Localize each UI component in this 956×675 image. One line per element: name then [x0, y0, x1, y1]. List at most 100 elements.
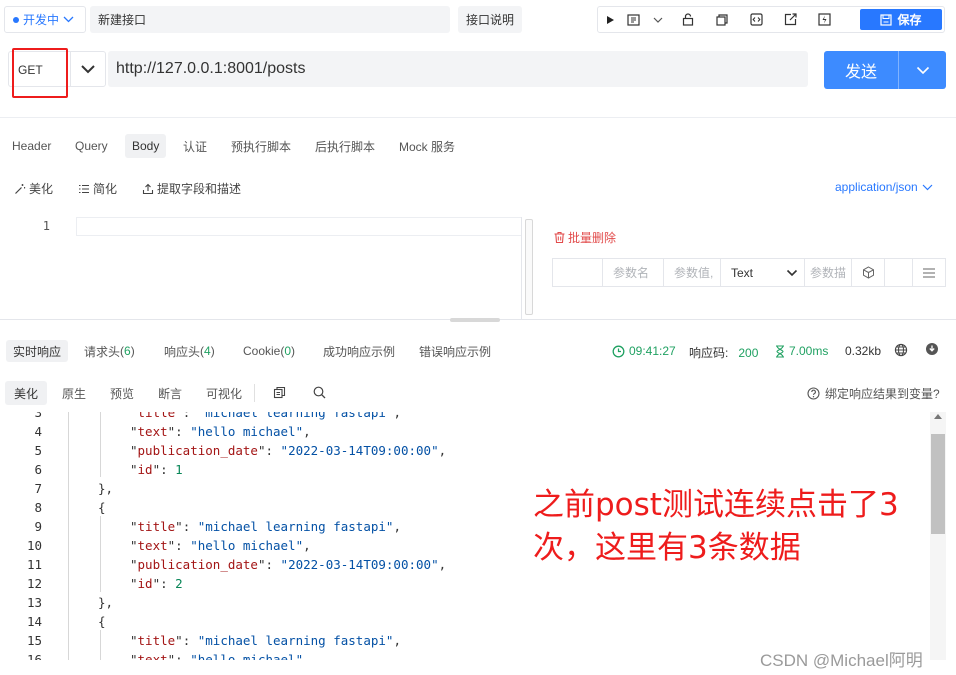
code-line-text: "publication_date": "2022-03-14T09:00:00…	[130, 443, 447, 458]
json-value: 2022-03-14T09:00:00	[288, 443, 432, 458]
json-key: id	[137, 576, 153, 591]
json-punctuation: },	[98, 481, 114, 496]
json-punctuation: {	[98, 614, 106, 629]
code-line-number: 7	[34, 481, 42, 496]
api-name-input[interactable]	[90, 6, 450, 33]
param-type-select[interactable]: Text	[721, 259, 805, 286]
batch-delete-button[interactable]: 批量删除	[553, 229, 616, 246]
trash-icon	[554, 231, 565, 244]
tab-success-example[interactable]: 成功响应示例	[323, 340, 395, 362]
tab-pre-script[interactable]: 预执行脚本	[231, 134, 291, 158]
resize-handle[interactable]	[450, 318, 500, 322]
method-highlight-box	[12, 48, 68, 98]
json-value: 2	[175, 576, 183, 591]
tab-response-headers[interactable]: 响应头(4)	[164, 340, 215, 362]
flash-icon[interactable]	[812, 7, 836, 32]
upload-icon	[142, 183, 154, 194]
simplify-button[interactable]: 简化	[78, 180, 117, 197]
response-scroll-thumb[interactable]	[931, 434, 945, 534]
menu-icon[interactable]	[913, 259, 945, 286]
count-badge: 0	[284, 344, 292, 358]
code-line: 7},	[0, 479, 113, 498]
status-dropdown[interactable]: 开发中	[4, 6, 86, 33]
param-name-input[interactable]: 参数名	[603, 259, 664, 286]
send-button[interactable]: 发送	[824, 51, 946, 89]
url-input[interactable]	[108, 51, 808, 87]
tab-query[interactable]: Query	[75, 134, 108, 158]
body-editor[interactable]	[76, 217, 522, 236]
json-key: title	[137, 519, 176, 534]
tab-body[interactable]: Body	[125, 134, 167, 158]
tab-preview[interactable]: 预览	[110, 381, 134, 405]
response-duration-value: 7.00ms	[789, 344, 829, 358]
json-punctuation: {	[98, 500, 106, 515]
tab-visualize[interactable]: 可视化	[206, 381, 242, 405]
download-icon[interactable]	[925, 342, 939, 359]
editor-line-number: 1	[42, 219, 50, 233]
code-line-text: "id": 1	[130, 462, 183, 477]
code-line-text: "title": "michael learning fastapi",	[130, 633, 401, 648]
tab-assertion[interactable]: 断言	[158, 381, 182, 405]
tab-auth[interactable]: 认证	[183, 134, 207, 158]
batch-delete-label: 批量删除	[568, 231, 617, 245]
param-empty-cell	[885, 259, 913, 286]
tab-raw[interactable]: 原生	[62, 381, 86, 405]
code-line: 9 "title": "michael learning fastapi",	[0, 517, 401, 536]
search-icon[interactable]	[313, 386, 326, 402]
json-key: text	[137, 424, 168, 439]
code-line-number: 11	[26, 557, 42, 572]
copy-icon[interactable]	[710, 7, 734, 32]
tab-error-example[interactable]: 错误响应示例	[419, 340, 491, 362]
clock-icon	[612, 345, 625, 357]
param-mock-icon[interactable]	[852, 259, 885, 286]
scroll-up-icon[interactable]	[934, 414, 942, 419]
extract-fields-button[interactable]: 提取字段和描述	[142, 180, 241, 197]
lock-icon[interactable]	[676, 7, 700, 32]
response-time: 09:41:27	[612, 344, 676, 358]
bind-variable-link[interactable]: 绑定响应结果到变量?	[807, 385, 940, 402]
code-line-number: 16	[26, 652, 42, 660]
param-desc-input[interactable]: 参数描	[805, 259, 852, 286]
tab-beautify[interactable]: 美化	[5, 381, 47, 405]
json-value: michael learning fastapi	[205, 412, 386, 420]
code-line-number: 3	[34, 412, 42, 420]
copy-icon[interactable]	[273, 386, 286, 402]
code-line: 14 {	[0, 612, 106, 631]
save-button[interactable]: 保存	[860, 9, 942, 30]
json-value: hello michael	[197, 424, 296, 439]
run-icon[interactable]	[598, 7, 622, 32]
share-icon[interactable]	[778, 7, 802, 32]
code-line: 5 "publication_date": "2022-03-14T09:00:0…	[0, 441, 446, 460]
response-code-label: 响应码:	[689, 346, 729, 360]
param-value-input[interactable]: 参数值,	[664, 259, 721, 286]
code-line-text: {	[98, 500, 106, 515]
json-value: hello michael	[197, 652, 296, 660]
indent-guide	[100, 630, 101, 660]
beautify-label: 美化	[29, 182, 54, 196]
code-icon[interactable]	[744, 7, 768, 32]
globe-icon[interactable]	[894, 343, 908, 360]
beautify-button[interactable]: 美化	[14, 180, 53, 197]
send-options-chevron-icon[interactable]	[899, 66, 946, 75]
tab-cookie[interactable]: Cookie(0)	[243, 340, 295, 362]
tab-realtime-response[interactable]: 实时响应	[6, 340, 68, 362]
tab-request-headers[interactable]: 请求头(6)	[84, 340, 135, 362]
view-tab-divider	[254, 384, 255, 402]
tab-header[interactable]: Header	[12, 134, 51, 158]
tab-mock[interactable]: Mock 服务	[399, 134, 455, 158]
code-line: 8{	[0, 498, 105, 517]
content-type-select[interactable]: application/json	[835, 180, 933, 194]
editor-scroll-thumb[interactable]	[525, 219, 533, 315]
tab-post-script[interactable]: 后执行脚本	[315, 134, 375, 158]
json-value: michael learning fastapi	[205, 633, 386, 648]
run-options-icon[interactable]	[622, 7, 646, 32]
annotation-text: 之前post测试连续点击了3次，这里有3条数据	[533, 487, 899, 566]
param-checkbox-cell[interactable]	[553, 259, 603, 286]
chevron-down-icon[interactable]	[80, 62, 96, 76]
api-doc-button[interactable]: 接口说明	[458, 6, 522, 33]
code-line-text: "text": "hello michael",	[130, 538, 311, 553]
code-line-number: 12	[26, 576, 42, 591]
code-line-text: "title": "michael learning fastapi",	[130, 412, 401, 420]
chevron-down-icon[interactable]	[646, 7, 670, 32]
code-line: 10 "text": "hello michael",	[0, 536, 311, 555]
